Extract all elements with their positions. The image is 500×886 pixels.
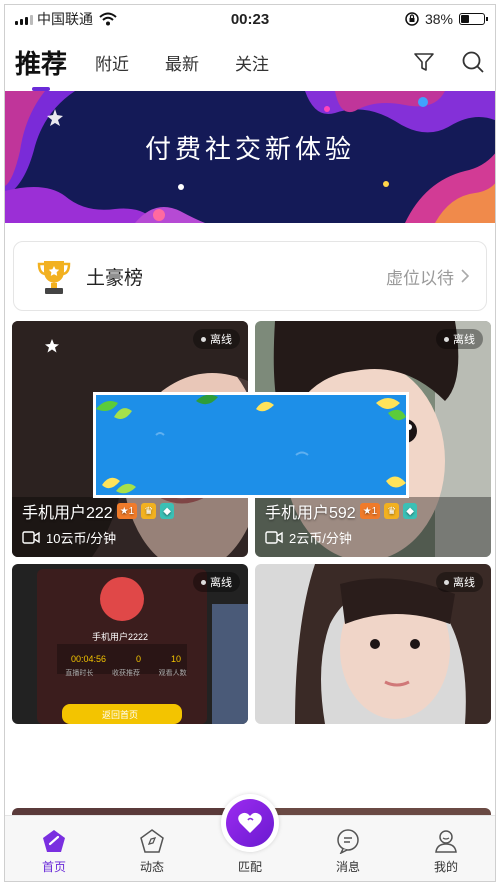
stat-duration: 00:04:56 bbox=[70, 654, 107, 664]
search-icon[interactable] bbox=[461, 50, 485, 74]
tab-home-label: 首页 bbox=[41, 860, 66, 874]
home-icon bbox=[43, 830, 65, 852]
user-name: 手机用户592 bbox=[265, 505, 356, 522]
battery-icon bbox=[459, 13, 488, 25]
user-card[interactable]: 离线 bbox=[255, 564, 491, 724]
tab-match-label: 匹配 bbox=[237, 860, 262, 874]
carrier: 中国联通 bbox=[37, 11, 93, 27]
charm-badge-icon: ◆ bbox=[160, 503, 174, 519]
signal-icon bbox=[15, 13, 33, 25]
screen-stat-labels: 直播时长 收获推荐 观看人数 bbox=[56, 668, 196, 678]
chevron-right-icon bbox=[461, 269, 470, 283]
tab-match[interactable]: 匹配 bbox=[201, 794, 299, 881]
tab-moments[interactable]: 动态 bbox=[103, 816, 201, 881]
rich-list-label: 土豪榜 bbox=[86, 267, 144, 289]
call-price: 10云币/分钟 bbox=[22, 528, 116, 547]
trophy-icon bbox=[37, 261, 71, 294]
tab-profile[interactable]: 我的 bbox=[397, 816, 495, 881]
charm-badge-icon: ◆ bbox=[403, 503, 417, 519]
level-value: 1 bbox=[128, 505, 135, 517]
price-text: 2云币/分钟 bbox=[289, 531, 352, 546]
profile-icon bbox=[435, 830, 457, 853]
screen-stats: 00:04:56 0 10 bbox=[56, 654, 196, 664]
tab-profile-label: 我的 bbox=[433, 860, 458, 874]
user-name-row: 手机用户592 ★ 1 ♛ ◆ bbox=[265, 499, 417, 523]
bottom-tab-bar: 首页 动态 匹配 消息 我的 bbox=[5, 794, 495, 881]
message-icon bbox=[337, 829, 359, 854]
wealth-badge-icon: ♛ bbox=[384, 503, 400, 519]
compass-icon bbox=[140, 829, 164, 853]
leaf-decoration bbox=[96, 395, 406, 495]
banner-title: 付费社交新体验 bbox=[144, 134, 355, 164]
overlay-ad[interactable] bbox=[93, 392, 409, 498]
status-badge: 离线 bbox=[436, 329, 483, 349]
call-price: 2云币/分钟 bbox=[265, 528, 352, 547]
user-name-row: 手机用户222 ★ 1 ♛ ◆ bbox=[22, 499, 174, 523]
level-value: 1 bbox=[371, 505, 378, 517]
stat-viewers: 10 bbox=[170, 654, 181, 664]
level-badge: ★ 1 bbox=[116, 503, 138, 519]
status-bar: 中国联通 00:23 38% bbox=[5, 5, 495, 33]
user-name: 手机用户222 bbox=[22, 505, 113, 522]
promo-banner[interactable]: 付费社交新体验 bbox=[5, 91, 495, 223]
status-badge: 离线 bbox=[193, 329, 240, 349]
status-badge: 离线 bbox=[436, 572, 483, 592]
tab-moments-label: 动态 bbox=[139, 860, 164, 874]
battery-percent: 38% bbox=[424, 11, 453, 27]
tab-nearby[interactable]: 附近 bbox=[95, 50, 129, 75]
stat-label: 直播时长 bbox=[65, 670, 94, 677]
tab-latest[interactable]: 最新 bbox=[165, 50, 199, 75]
screen-return-button: 返回首页 bbox=[102, 710, 139, 720]
stat-label: 观看人数 bbox=[158, 670, 187, 677]
video-camera-icon bbox=[22, 531, 40, 544]
status-badge: 离线 bbox=[193, 572, 240, 592]
rich-list-more[interactable]: 虚位以待 bbox=[386, 264, 470, 289]
tab-recommend[interactable]: 推荐 bbox=[15, 44, 67, 81]
tab-following[interactable]: 关注 bbox=[235, 50, 269, 75]
rich-list-card[interactable]: 土豪榜 虚位以待 bbox=[13, 241, 487, 311]
tab-messages-label: 消息 bbox=[335, 860, 360, 874]
video-camera-icon bbox=[265, 531, 283, 544]
filter-icon[interactable] bbox=[413, 51, 435, 73]
rotation-lock-icon bbox=[405, 12, 419, 26]
tab-messages[interactable]: 消息 bbox=[299, 816, 397, 881]
stat-label: 收获推荐 bbox=[111, 670, 140, 677]
wifi-icon bbox=[99, 12, 117, 26]
rich-list-more-text: 虚位以待 bbox=[386, 268, 454, 288]
match-heart-icon bbox=[238, 812, 262, 833]
tab-home[interactable]: 首页 bbox=[5, 816, 103, 881]
user-card[interactable]: 手机用户2222 00:04:56 0 10 直播时长 收获推荐 观看人数 返回… bbox=[12, 564, 248, 724]
wealth-badge-icon: ♛ bbox=[141, 503, 157, 519]
screen-user-name: 手机用户2222 bbox=[92, 632, 149, 642]
level-badge: ★ 1 bbox=[359, 503, 381, 519]
stat-recommend: 0 bbox=[136, 654, 142, 664]
top-nav: 推荐 附近 最新 关注 bbox=[5, 33, 495, 91]
match-button[interactable] bbox=[221, 794, 279, 852]
price-text: 10云币/分钟 bbox=[46, 531, 117, 546]
